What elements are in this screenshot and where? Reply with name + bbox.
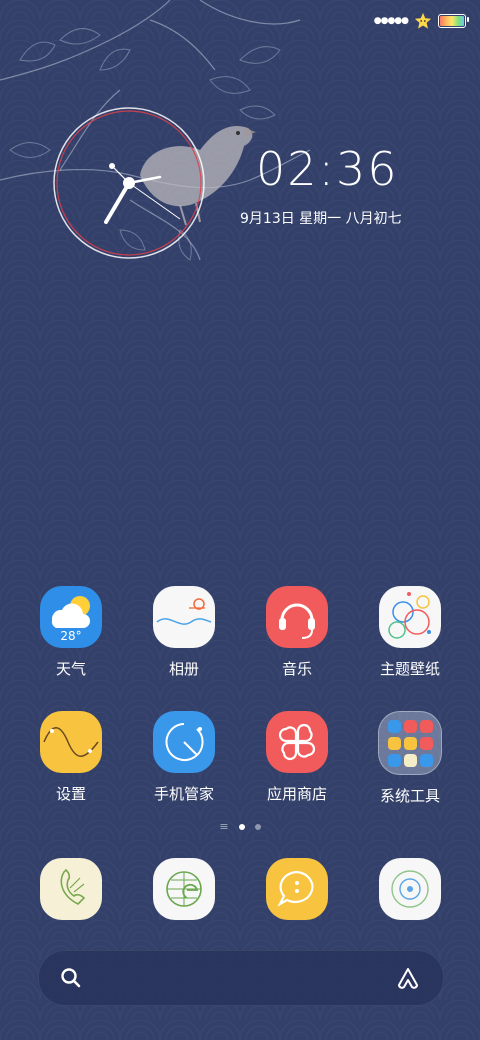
app-store[interactable]: 应用商店: [242, 711, 352, 804]
phone-manager-icon: [153, 711, 215, 773]
assistant-icon[interactable]: [395, 965, 421, 991]
app-label: 系统工具: [379, 787, 440, 805]
star-face-icon: [414, 12, 432, 29]
app-settings[interactable]: 设置: [16, 711, 126, 804]
dock-phone[interactable]: [16, 858, 126, 920]
status-bar: ●●●●●: [373, 10, 469, 32]
app-label: 音乐: [281, 660, 312, 678]
app-phone-manager[interactable]: 手机管家: [129, 711, 239, 804]
weather-temp: 28°: [60, 629, 81, 643]
gallery-icon: [153, 586, 215, 648]
dock-browser[interactable]: [129, 858, 239, 920]
app-weather[interactable]: 28° 天气: [16, 586, 126, 679]
app-label: 天气: [55, 660, 86, 678]
clock-time[interactable]: 02:36: [256, 142, 399, 196]
page-menu-icon[interactable]: ≡: [219, 821, 228, 832]
phone-icon: [40, 858, 102, 920]
settings-icon: [40, 711, 102, 773]
dock-messages[interactable]: [242, 858, 352, 920]
analog-clock[interactable]: [50, 104, 208, 262]
browser-icon: [153, 858, 215, 920]
music-icon: [266, 586, 328, 648]
battery-icon: [438, 14, 469, 28]
messages-icon: [266, 858, 328, 920]
camera-icon: [379, 858, 441, 920]
theme-wallpaper-icon: [379, 586, 441, 648]
app-label: 相册: [168, 660, 199, 678]
app-store-icon: [266, 711, 328, 773]
app-label: 手机管家: [153, 785, 214, 803]
app-label: 主题壁纸: [379, 660, 440, 678]
weather-icon: 28°: [40, 586, 102, 648]
app-label: 应用商店: [266, 785, 327, 803]
app-system-tools-folder[interactable]: 系统工具: [355, 711, 465, 806]
app-music[interactable]: 音乐: [242, 586, 352, 679]
signal-dots-icon: ●●●●●: [373, 16, 409, 26]
page-indicator[interactable]: ≡: [0, 821, 480, 832]
page-dot-active[interactable]: [238, 824, 245, 830]
app-theme-wallpaper[interactable]: 主题壁纸: [355, 586, 465, 679]
search-bar[interactable]: [38, 950, 444, 1006]
app-label: 设置: [55, 785, 86, 803]
search-icon[interactable]: [59, 966, 83, 990]
clock-date: 9月13日 星期一 八月初七: [240, 211, 402, 227]
dock-camera[interactable]: [355, 858, 465, 920]
page-dot[interactable]: [254, 824, 261, 830]
app-gallery[interactable]: 相册: [129, 586, 239, 679]
system-tools-folder-icon: [378, 711, 442, 775]
